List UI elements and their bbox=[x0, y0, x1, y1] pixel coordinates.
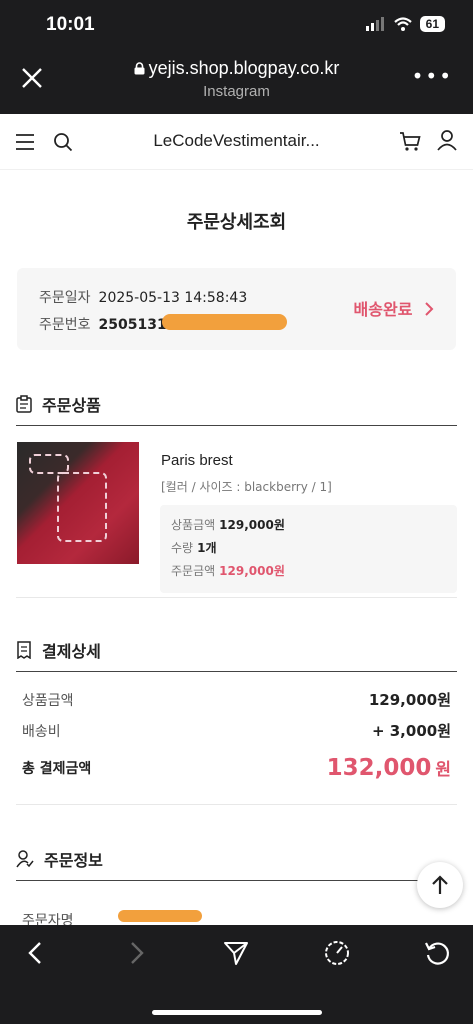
order-summary-box: 주문일자 2025-05-13 14:58:43 주문번호 25051314- 배송… bbox=[17, 268, 456, 350]
clipboard-icon bbox=[16, 394, 32, 413]
product-qty-label: 수량 bbox=[171, 541, 194, 555]
product-price-box: 상품금액 129,000원 수량 1개 주문금액 129,000원 bbox=[160, 505, 457, 593]
more-options-button[interactable]: ••• bbox=[412, 64, 453, 88]
status-bar: 10:01 61 bbox=[0, 0, 473, 50]
payment-shipping-row: 배송비 + 3,000원 bbox=[22, 715, 451, 746]
order-products-header: 주문상품 bbox=[16, 382, 457, 426]
user-icon[interactable] bbox=[436, 129, 458, 151]
payment-shipping-value: + 3,000원 bbox=[371, 722, 451, 740]
receipt-icon bbox=[17, 640, 31, 659]
payment-total-amount: 132,000 원 bbox=[327, 755, 451, 781]
browser-bottom-bar bbox=[0, 925, 473, 1024]
payment-total-row: 총 결제금액 132,000 원 bbox=[22, 746, 451, 790]
cart-icon[interactable] bbox=[399, 130, 421, 152]
url-label: yejis.shop.blogpay.co.kr bbox=[148, 58, 340, 78]
lock-icon bbox=[134, 62, 145, 75]
payment-rows: 상품금액 129,000원 배송비 + 3,000원 총 결제금액 132,00… bbox=[22, 672, 451, 790]
payment-subtotal-value: 129,000원 bbox=[368, 691, 451, 709]
product-item: Paris brest [컬러 / 사이즈 : blackberry / 1] … bbox=[16, 426, 457, 598]
product-total-value: 129,000원 bbox=[219, 564, 285, 578]
speed-icon[interactable] bbox=[323, 939, 351, 967]
product-option: [컬러 / 사이즈 : blackberry / 1] bbox=[161, 480, 332, 494]
product-price-label: 상품금액 bbox=[171, 518, 216, 532]
redaction-mark bbox=[118, 910, 202, 922]
payment-details-header: 결제상세 bbox=[16, 628, 457, 672]
scroll-to-top-button[interactable] bbox=[417, 862, 463, 908]
page-title: 주문상세조회 bbox=[186, 212, 287, 233]
order-number-row: 주문번호 25051314- bbox=[39, 314, 182, 334]
signal-icon bbox=[365, 17, 384, 31]
product-qty-value: 1개 bbox=[197, 541, 217, 555]
payment-details-title: 결제상세 bbox=[42, 641, 101, 661]
reload-icon[interactable] bbox=[423, 939, 451, 967]
product-thumbnail[interactable] bbox=[17, 442, 139, 564]
order-date-value: 2025-05-13 14:58:43 bbox=[98, 290, 248, 306]
arrow-up-icon bbox=[432, 875, 448, 894]
payment-total-value: 132,000 bbox=[326, 755, 432, 781]
chevron-right-icon bbox=[425, 302, 434, 316]
url-block[interactable]: yejis.shop.blogpay.co.kr Instagram bbox=[0, 58, 473, 100]
forward-icon[interactable] bbox=[122, 939, 150, 967]
product-price-row: 상품금액 129,000원 bbox=[171, 516, 446, 533]
site-header: LeCodeVestimentair... bbox=[0, 114, 473, 170]
back-icon[interactable] bbox=[22, 939, 50, 967]
order-products-title: 주문상품 bbox=[42, 395, 101, 415]
share-icon[interactable] bbox=[222, 939, 250, 967]
product-stitch bbox=[29, 454, 69, 474]
status-icons: 61 bbox=[365, 16, 445, 32]
shipping-status-link[interactable]: 배송완료 bbox=[354, 296, 434, 320]
product-name[interactable]: Paris brest bbox=[161, 452, 233, 469]
wifi-icon bbox=[393, 17, 412, 31]
url-text: yejis.shop.blogpay.co.kr bbox=[0, 58, 473, 79]
payment-total-label: 총 결제금액 bbox=[22, 761, 92, 777]
product-qty-row: 수량 1개 bbox=[171, 539, 446, 556]
battery-icon: 61 bbox=[419, 16, 445, 32]
user-check-icon bbox=[16, 849, 34, 867]
payment-subtotal-label: 상품금액 bbox=[22, 692, 74, 709]
payment-subtotal-row: 상품금액 129,000원 bbox=[22, 684, 451, 715]
url-source: Instagram bbox=[203, 83, 270, 100]
payment-total-unit: 원 bbox=[435, 760, 451, 780]
orderer-name-label: 주문자명 bbox=[22, 913, 74, 925]
order-info-title: 주문정보 bbox=[44, 850, 103, 870]
product-stitch bbox=[57, 472, 107, 542]
home-indicator bbox=[152, 1010, 322, 1015]
order-number-label: 주문번호 bbox=[39, 317, 91, 333]
product-total-label: 주문금액 bbox=[171, 564, 216, 578]
page-content: LeCodeVestimentair... 주문상세조회 주문일자 2025-05… bbox=[0, 114, 473, 925]
product-price-value: 129,000원 bbox=[219, 518, 285, 532]
order-date-row: 주문일자 2025-05-13 14:58:43 bbox=[39, 287, 247, 307]
browser-header: yejis.shop.blogpay.co.kr Instagram ••• bbox=[0, 50, 473, 114]
order-info-header: 주문정보 bbox=[16, 837, 457, 881]
order-date-label: 주문일자 bbox=[39, 290, 91, 306]
shipping-status-label: 배송완료 bbox=[353, 300, 413, 319]
status-time: 10:01 bbox=[46, 14, 95, 35]
redaction-mark bbox=[162, 314, 287, 330]
payment-shipping-label: 배송비 bbox=[22, 723, 61, 740]
product-total-row: 주문금액 129,000원 bbox=[171, 562, 446, 579]
